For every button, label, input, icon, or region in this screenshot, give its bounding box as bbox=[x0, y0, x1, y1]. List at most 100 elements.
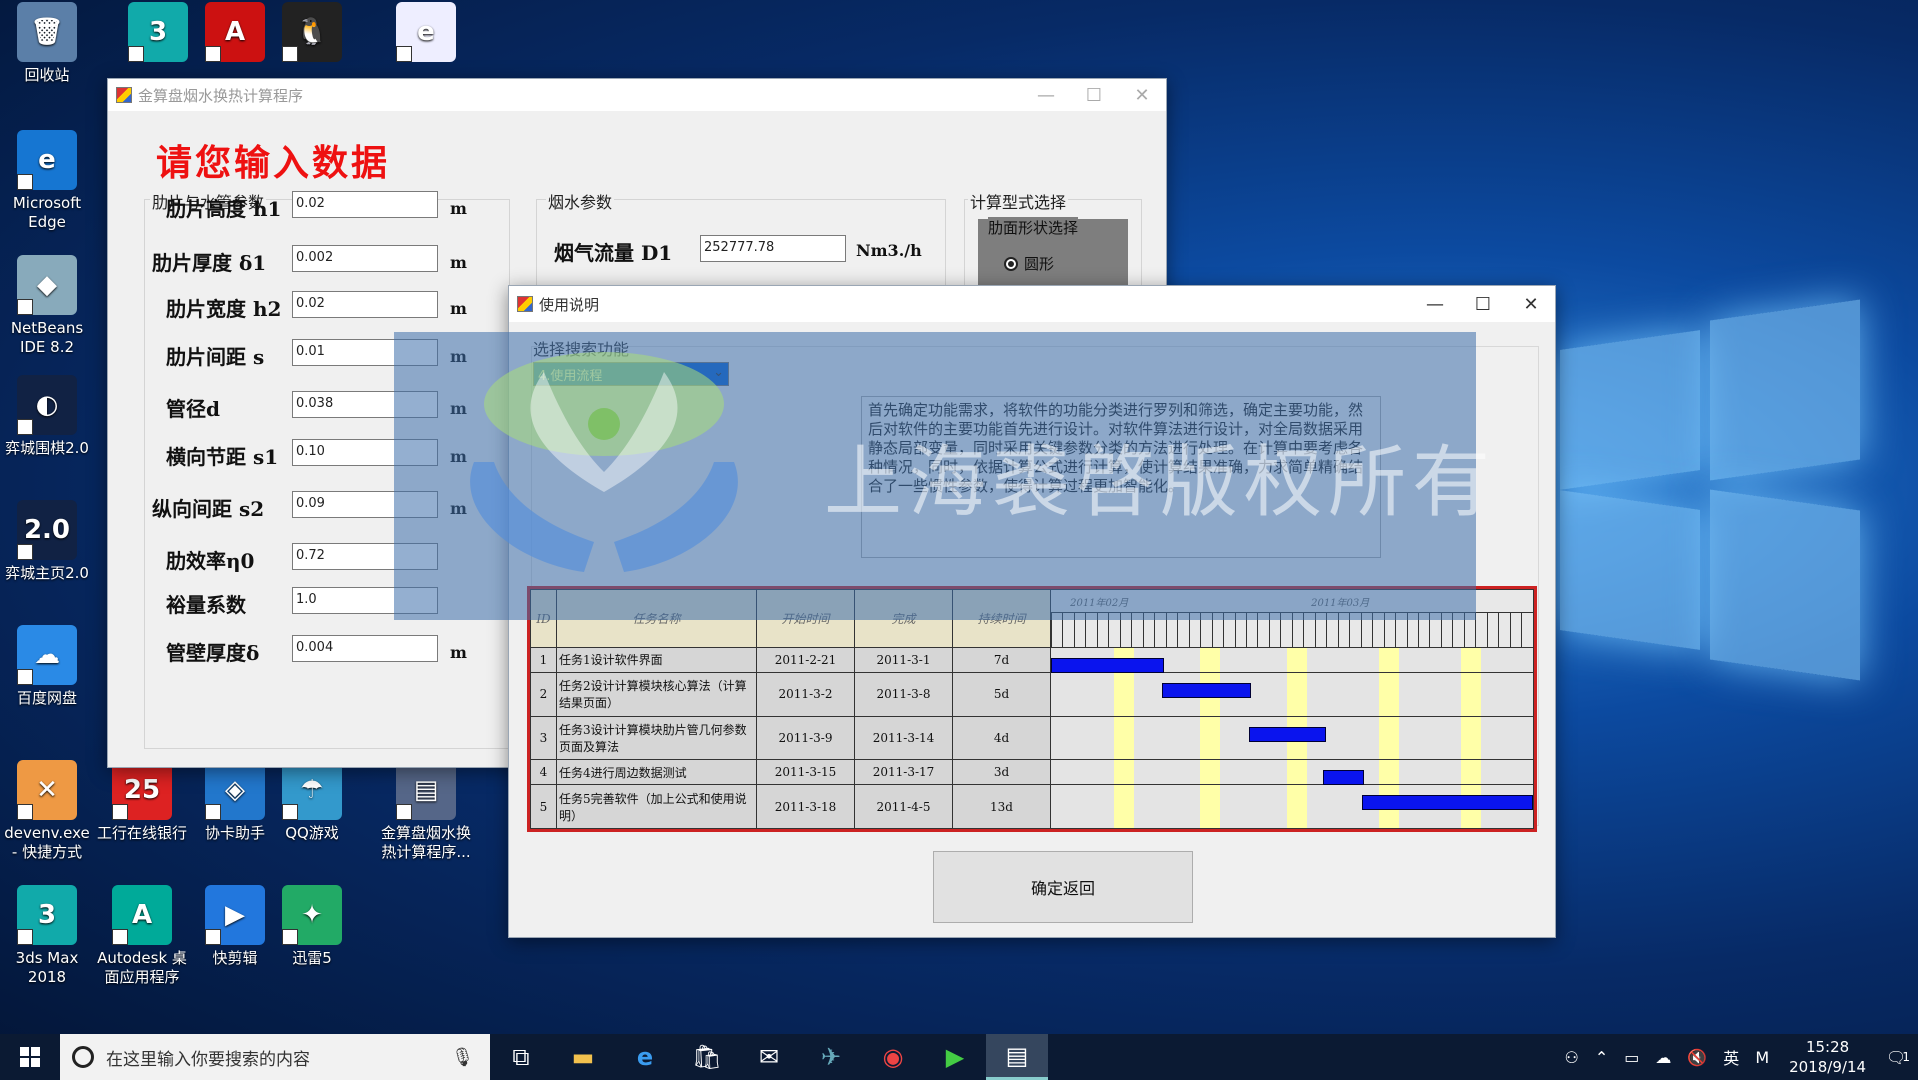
file-explorer-icon[interactable]: ▬ bbox=[552, 1034, 614, 1080]
desktop-icon[interactable]: ☁ 百度网盘 bbox=[1, 625, 93, 708]
gantt-row: 2 任务2设计计算模块核心算法（计算结果页面） 2011-3-2 2011-3-8 5d bbox=[530, 671, 1534, 717]
gantt-header-end: 完成 bbox=[854, 589, 953, 648]
desktop-icon[interactable]: A Autodesk 桌面应用程序 bbox=[96, 885, 188, 987]
maximize-icon[interactable]: ☐ bbox=[1070, 85, 1118, 106]
weekend-stripe bbox=[1378, 716, 1399, 760]
gantt-bar bbox=[1361, 795, 1533, 811]
window-title: 金算盘烟水换热计算程序 bbox=[138, 86, 304, 105]
param-input[interactable]: 0.038 bbox=[292, 391, 438, 418]
notification-count: 1 bbox=[1902, 1050, 1910, 1064]
start-button[interactable] bbox=[0, 1034, 60, 1080]
onedrive-icon[interactable]: ☁ bbox=[1655, 1048, 1671, 1067]
function-select[interactable]: 4.使用流程 ⌄ bbox=[533, 362, 729, 386]
param-input[interactable]: 0.02 bbox=[292, 191, 438, 218]
param-label: 肋片宽度 h2 bbox=[166, 297, 282, 321]
people-icon[interactable]: ⚇ bbox=[1565, 1048, 1579, 1067]
gantt-month-mar: 2011年03月 bbox=[1311, 597, 1370, 609]
chevron-up-icon[interactable]: ⌃ bbox=[1595, 1048, 1608, 1067]
app-icon: ◈ bbox=[205, 760, 265, 820]
desktop-icon[interactable]: 🐧 bbox=[266, 2, 358, 66]
app-icon bbox=[517, 296, 533, 312]
desktop-icon-label: devenv.exe - 快捷方式 bbox=[4, 824, 90, 861]
param-unit: m bbox=[450, 399, 467, 418]
minimize-icon[interactable]: — bbox=[1411, 294, 1459, 315]
close-icon[interactable]: ✕ bbox=[1507, 294, 1555, 315]
desktop-icon[interactable]: ✕ devenv.exe - 快捷方式 bbox=[1, 760, 93, 862]
desktop-icon[interactable]: 25 工行在线银行 bbox=[96, 760, 188, 843]
param-label: 肋片高度 h1 bbox=[166, 197, 282, 221]
gantt-end: 2011-3-17 bbox=[854, 759, 953, 786]
system-tray: ⚇ ⌃ ▭ ☁ 🔇 英 M 15:28 2018/9/14 🗨 1 bbox=[1557, 1037, 1918, 1077]
desktop-icon[interactable]: e bbox=[380, 2, 472, 66]
chevron-down-icon[interactable]: ⌄ bbox=[713, 365, 724, 380]
desktop-icon[interactable]: ✦ 迅雷5 bbox=[266, 885, 358, 968]
microphone-icon[interactable]: 🎙 bbox=[451, 1047, 474, 1068]
desktop-icon[interactable]: 3 3ds Max 2018 bbox=[1, 885, 93, 987]
desktop-icon[interactable]: ▤ 金算盘烟水换热计算程序... bbox=[380, 760, 472, 862]
gantt-start: 2011-3-18 bbox=[756, 784, 855, 829]
volume-mute-icon[interactable]: 🔇 bbox=[1687, 1048, 1707, 1067]
app-icon: ▶ bbox=[205, 885, 265, 945]
mail-icon[interactable]: ✉ bbox=[738, 1034, 800, 1080]
param-input[interactable]: 0.72 bbox=[292, 543, 438, 570]
gantt-end: 2011-3-14 bbox=[854, 715, 953, 761]
desktop-icon[interactable]: 🗑 回收站 bbox=[1, 2, 93, 85]
desktop-icon[interactable]: ◆ NetBeans IDE 8.2 bbox=[1, 255, 93, 357]
param-input[interactable]: 0.10 bbox=[292, 439, 438, 466]
weekend-stripe bbox=[1113, 760, 1134, 785]
ime-indicator[interactable]: 英 bbox=[1723, 1045, 1739, 1069]
desktop-icon[interactable]: ☂ QQ游戏 bbox=[266, 760, 358, 843]
close-icon[interactable]: ✕ bbox=[1118, 85, 1166, 106]
help-window-title: 使用说明 bbox=[539, 295, 600, 314]
radio-dot-icon bbox=[1004, 256, 1018, 271]
gantt-bar-cell bbox=[1050, 759, 1534, 786]
feishu-icon[interactable]: ✈ bbox=[800, 1034, 862, 1080]
weekend-stripe bbox=[1113, 716, 1134, 760]
desktop-icon[interactable]: e Microsoft Edge bbox=[1, 130, 93, 232]
minimize-icon[interactable]: — bbox=[1022, 85, 1070, 106]
param-input[interactable]: 1.0 bbox=[292, 587, 438, 614]
gantt-task-name: 任务2设计计算模块核心算法（计算结果页面） bbox=[556, 671, 757, 717]
maximize-icon[interactable]: ☐ bbox=[1459, 294, 1507, 315]
chrome-icon[interactable]: ◉ bbox=[862, 1034, 924, 1080]
calc-app-taskbar-icon[interactable]: ▤ bbox=[986, 1034, 1048, 1080]
app-icon: e bbox=[396, 2, 456, 62]
battery-icon[interactable]: ▭ bbox=[1624, 1048, 1639, 1067]
param-input[interactable]: 0.01 bbox=[292, 339, 438, 366]
param-label: 纵向间距 s2 bbox=[152, 497, 265, 521]
desktop-icon[interactable]: ◐ 弈城围棋2.0 bbox=[1, 375, 93, 458]
gas-flow-input[interactable]: 252777.78 bbox=[700, 235, 846, 262]
param-input[interactable]: 0.002 bbox=[292, 245, 438, 272]
gantt-end: 2011-3-8 bbox=[854, 671, 953, 717]
gantt-start: 2011-3-9 bbox=[756, 715, 855, 761]
app-icon: ▤ bbox=[396, 760, 456, 820]
help-window-titlebar[interactable]: 使用说明 — ☐ ✕ bbox=[509, 286, 1555, 322]
weekend-stripe bbox=[1200, 760, 1221, 785]
video-player-icon[interactable]: ▶ bbox=[924, 1034, 986, 1080]
task-view-icon[interactable]: ⧉ bbox=[490, 1034, 552, 1080]
param-input[interactable]: 0.09 bbox=[292, 491, 438, 518]
gantt-bar-cell bbox=[1050, 715, 1534, 761]
confirm-return-button[interactable]: 确定返回 bbox=[933, 851, 1193, 923]
store-icon[interactable]: 🛍 bbox=[676, 1034, 738, 1080]
app-icon bbox=[116, 87, 132, 103]
param-label: 横向节距 s1 bbox=[166, 445, 279, 469]
radio-round[interactable]: 圆形 bbox=[1004, 253, 1054, 274]
clock[interactable]: 15:28 2018/9/14 bbox=[1789, 1037, 1866, 1077]
help-window[interactable]: 使用说明 — ☐ ✕ 选择搜索功能 4.使用流程 ⌄ 首先确定功能需求，将软件的… bbox=[508, 285, 1556, 938]
help-text: 首先确定功能需求，将软件的功能分类进行罗列和筛选，确定主要功能，然后对软件的主要… bbox=[861, 396, 1381, 558]
ime-mode-icon[interactable]: M bbox=[1755, 1048, 1769, 1067]
param-input[interactable]: 0.02 bbox=[292, 291, 438, 318]
taskbar-search[interactable]: 在这里输入你要搜索的内容 🎙 bbox=[60, 1034, 490, 1080]
gantt-duration: 4d bbox=[952, 715, 1051, 761]
gantt-day-ticks bbox=[1051, 612, 1533, 647]
desktop-icon[interactable]: 2.0 弈城主页2.0 bbox=[1, 500, 93, 583]
param-label: 管壁厚度δ bbox=[166, 641, 260, 665]
weekend-stripe bbox=[1200, 648, 1221, 672]
gantt-duration: 5d bbox=[952, 671, 1051, 717]
edge-icon[interactable]: e bbox=[614, 1034, 676, 1080]
gantt-id: 3 bbox=[530, 715, 557, 761]
param-input[interactable]: 0.004 bbox=[292, 635, 438, 662]
gantt-month-feb: 2011年02月 bbox=[1070, 597, 1129, 609]
input-window-titlebar[interactable]: 金算盘烟水换热计算程序 — ☐ ✕ bbox=[108, 79, 1166, 111]
